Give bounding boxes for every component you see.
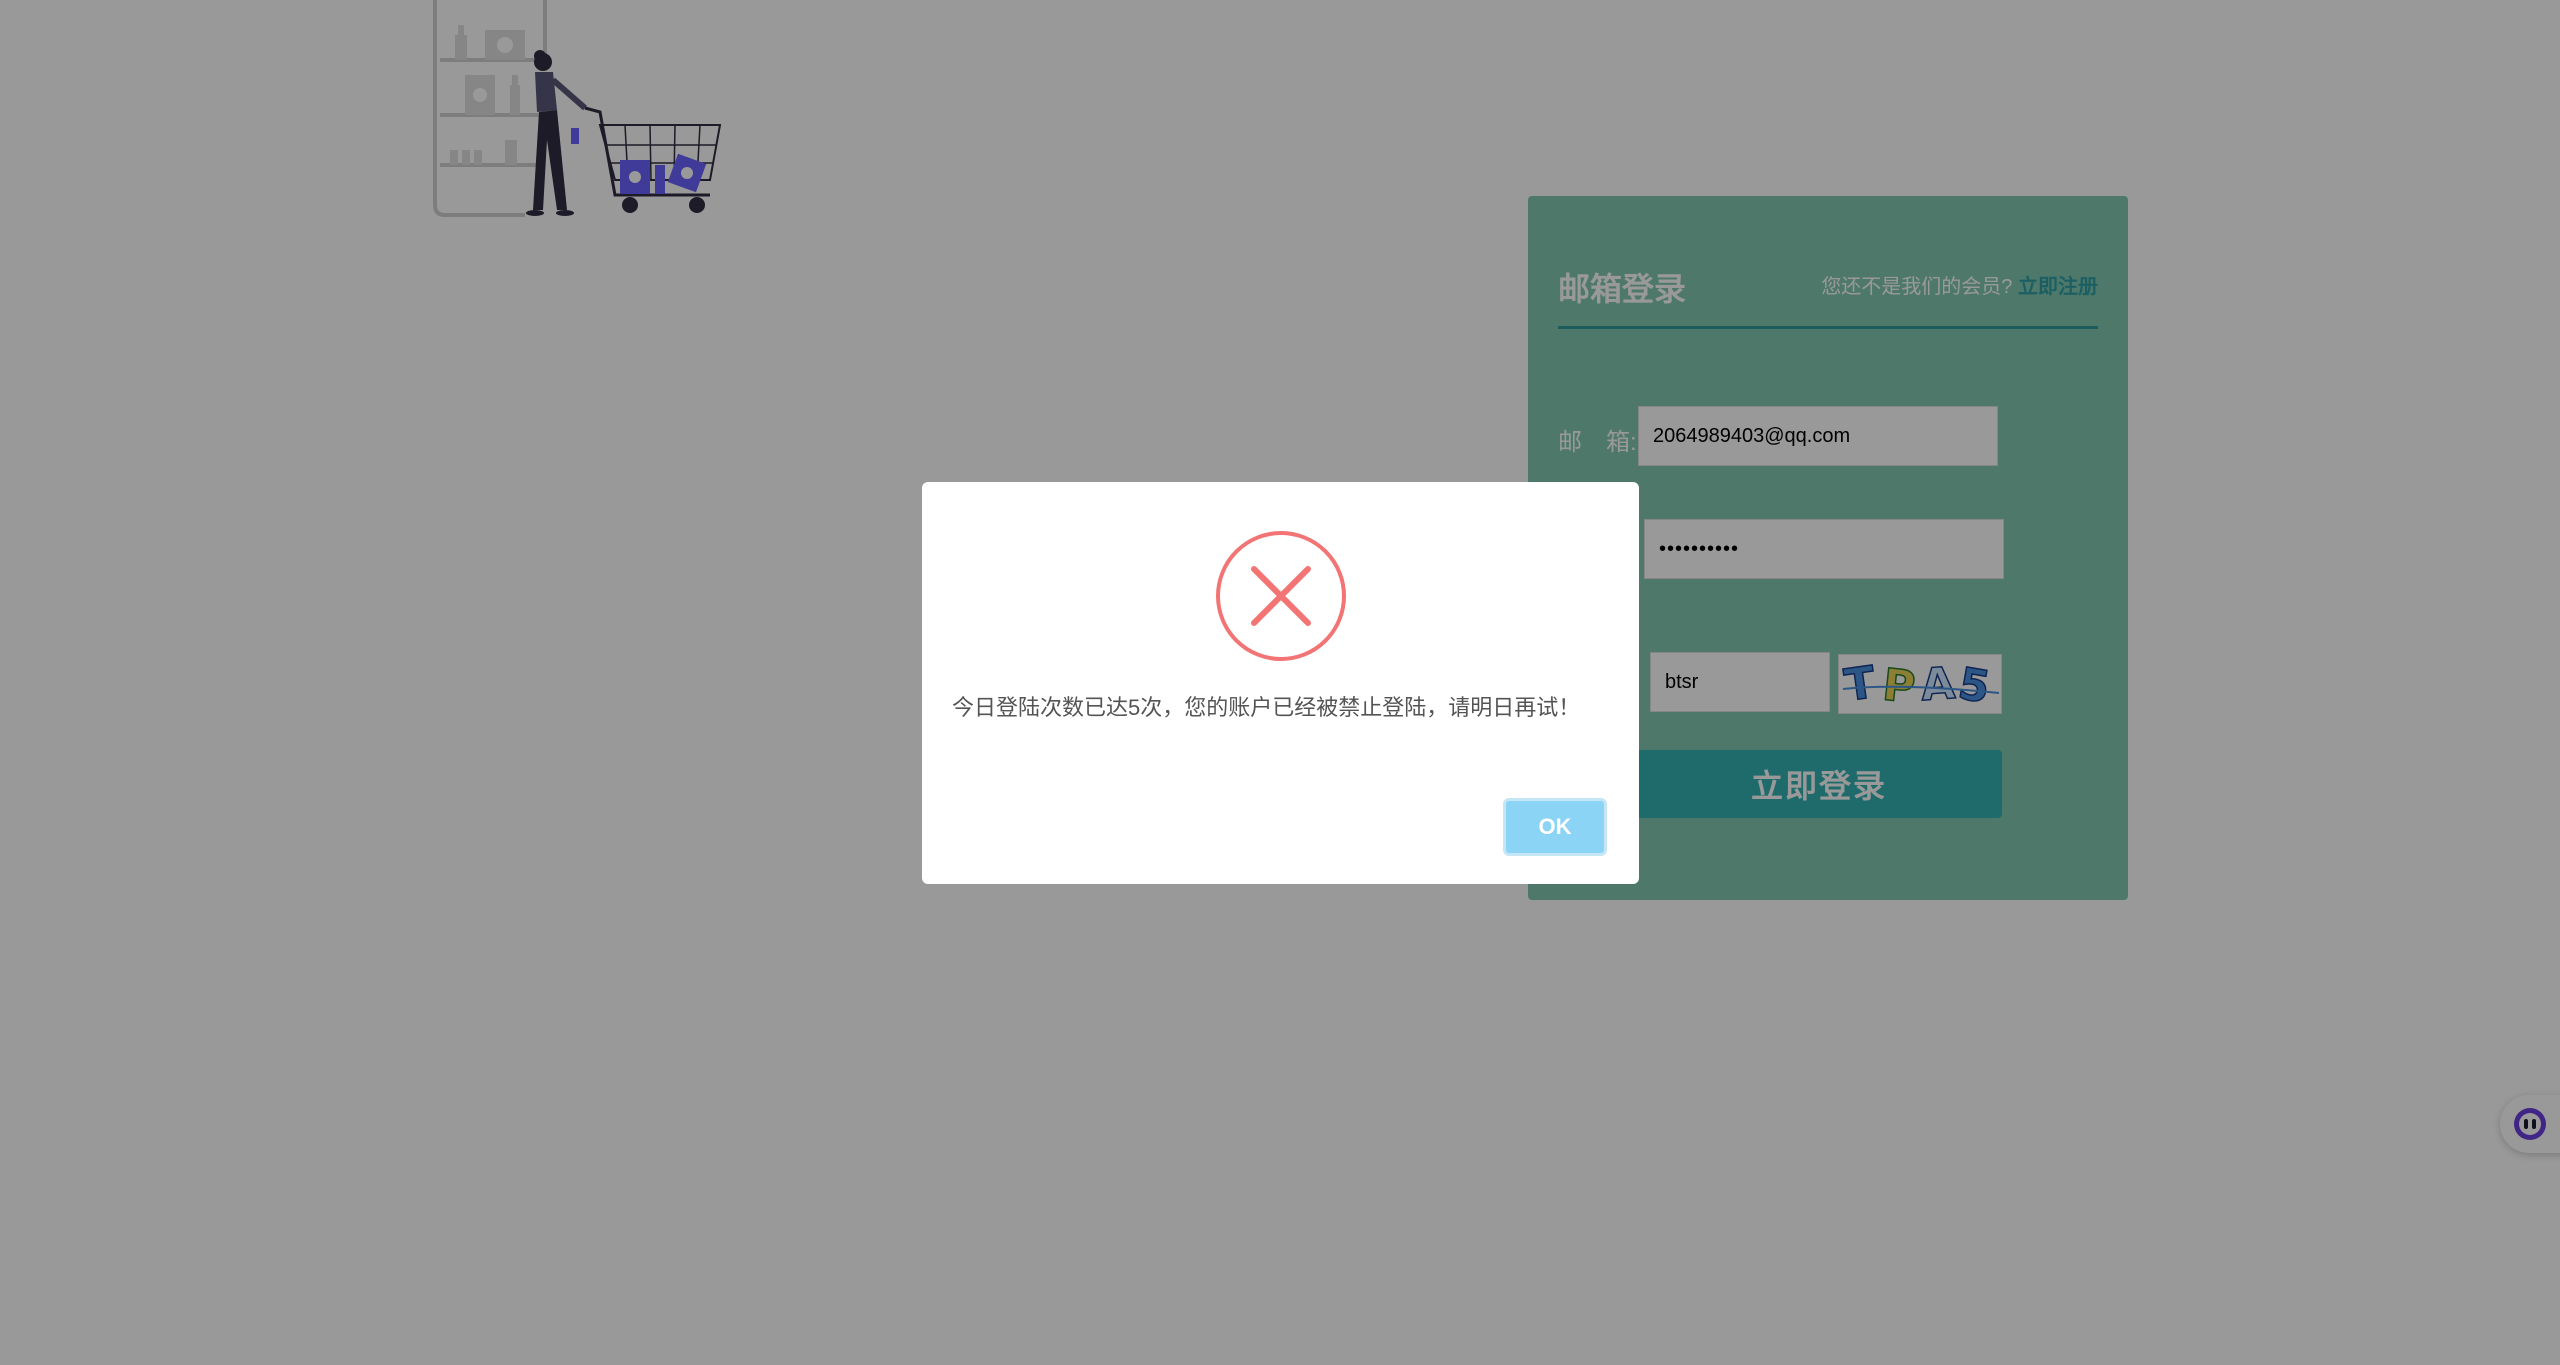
dialog-message: 今日登陆次数已达5次，您的账户已经被禁止登陆，请明日再试！ xyxy=(952,695,1581,720)
error-dialog: 今日登陆次数已达5次，您的账户已经被禁止登陆，请明日再试！ OK xyxy=(922,482,1639,884)
error-x-icon xyxy=(1216,531,1346,661)
login-page: 邮箱登录 您还不是我们的会员? 立即注册 邮 箱: 2064989403@qq.… xyxy=(0,0,2560,1365)
ok-button[interactable]: OK xyxy=(1503,798,1607,856)
